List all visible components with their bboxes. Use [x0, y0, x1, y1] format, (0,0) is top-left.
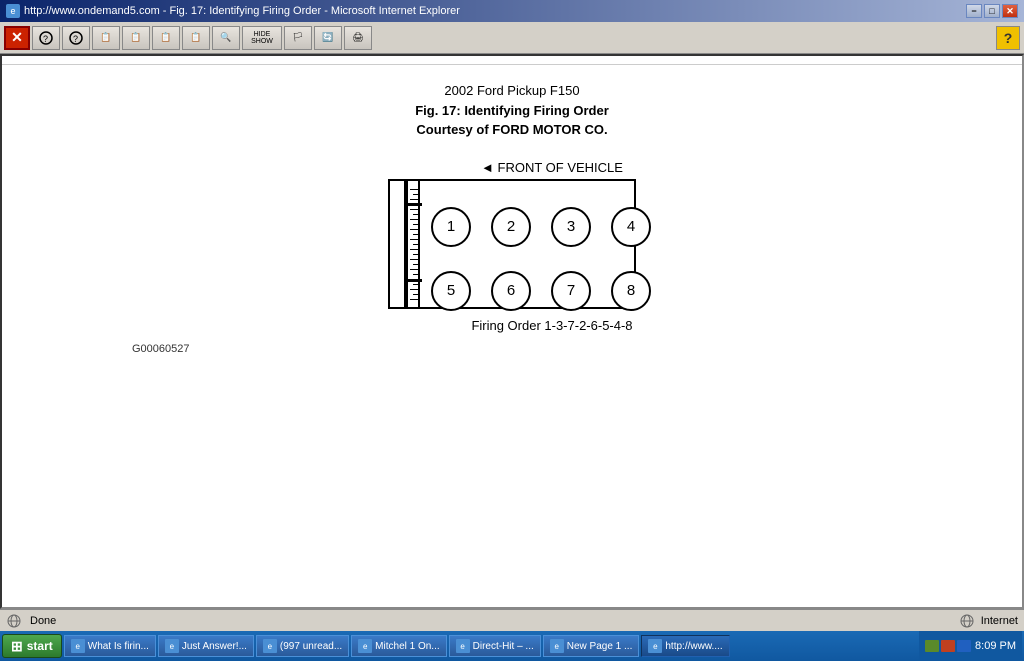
- taskbar-icon-7: e: [648, 639, 662, 653]
- taskbar-icon-4: e: [358, 639, 372, 653]
- systray-icon-1: [925, 640, 939, 652]
- toolbar-btn-2[interactable]: ?: [62, 26, 90, 50]
- cylinder-8: 8: [611, 271, 651, 311]
- taskbar-label-5: Direct-Hit – ...: [473, 641, 534, 652]
- hide-show-button[interactable]: HIDESHOW: [242, 26, 282, 50]
- taskbar-item-1[interactable]: e What Is firin...: [64, 635, 156, 657]
- firing-order-label: Firing Order 1-3-7-2-6-5-4-8: [471, 318, 632, 333]
- close-button[interactable]: ✕: [1002, 4, 1018, 18]
- toolbar: ✕ ? ? 📋 📋 📋 📋 🔍 HIDESHOW 🏳 🔄 🖨 ?: [0, 22, 1024, 54]
- toolbar-btn-3[interactable]: 📋: [92, 26, 120, 50]
- page-title-1: 2002 Ford Pickup F150: [2, 81, 1022, 101]
- cylinder-7: 7: [551, 271, 591, 311]
- toolbar-btn-8[interactable]: 🏳: [284, 26, 312, 50]
- clock: 8:09 PM: [975, 640, 1016, 652]
- taskbar-label-3: (997 unread...: [280, 641, 342, 652]
- diagram-container: ◄ FRONT OF VEHICLE: [2, 160, 1022, 357]
- toolbar-btn-6[interactable]: 📋: [182, 26, 210, 50]
- toolbar-btn-5[interactable]: 📋: [152, 26, 180, 50]
- cylinder-5: 5: [431, 271, 471, 311]
- taskbar-label-1: What Is firin...: [88, 641, 149, 652]
- cylinder-6: 6: [491, 271, 531, 311]
- print-button[interactable]: 🖨: [344, 26, 372, 50]
- stop-button[interactable]: ✕: [4, 26, 30, 50]
- taskbar-icon-5: e: [456, 639, 470, 653]
- window-title: http://www.ondemand5.com - Fig. 17: Iden…: [24, 5, 460, 17]
- taskbar: ⊞ start e What Is firin... e Just Answer…: [0, 631, 1024, 661]
- taskbar-icon-6: e: [550, 639, 564, 653]
- taskbar-label-7: http://www....: [665, 641, 722, 652]
- cylinder-2: 2: [491, 207, 531, 247]
- systray-icon-2: [941, 640, 955, 652]
- taskbar-icon-2: e: [165, 639, 179, 653]
- toolbar-btn-9[interactable]: 🔄: [314, 26, 342, 50]
- title-bar: e http://www.ondemand5.com - Fig. 17: Id…: [0, 0, 1024, 22]
- svg-text:?: ?: [43, 34, 48, 44]
- window-controls: − □ ✕: [966, 4, 1018, 18]
- page-header: 2002 Ford Pickup F150 Fig. 17: Identifyi…: [2, 65, 1022, 140]
- globe-icon: [6, 613, 22, 629]
- toolbar-btn-1[interactable]: ?: [32, 26, 60, 50]
- front-of-vehicle-label: ◄ FRONT OF VEHICLE: [481, 160, 623, 175]
- taskbar-label-6: New Page 1 ...: [567, 641, 633, 652]
- zone-text: Internet: [981, 615, 1018, 627]
- taskbar-item-5[interactable]: e Direct-Hit – ...: [449, 635, 541, 657]
- taskbar-icon-1: e: [71, 639, 85, 653]
- svg-text:?: ?: [73, 34, 78, 44]
- toolbar-btn-4[interactable]: 📋: [122, 26, 150, 50]
- system-tray: 8:09 PM: [919, 631, 1022, 661]
- maximize-button[interactable]: □: [984, 4, 1000, 18]
- engine-diagram: 1 2 3 4 5 6 7 8: [388, 179, 636, 309]
- status-bar: Done Internet: [0, 609, 1024, 631]
- taskbar-item-4[interactable]: e Mitchel 1 On...: [351, 635, 446, 657]
- toolbar-btn-7[interactable]: 🔍: [212, 26, 240, 50]
- app-icon: e: [6, 4, 20, 18]
- minimize-button[interactable]: −: [966, 4, 982, 18]
- taskbar-item-3[interactable]: e (997 unread...: [256, 635, 349, 657]
- cylinder-4: 4: [611, 207, 651, 247]
- taskbar-item-7[interactable]: e http://www....: [641, 635, 729, 657]
- taskbar-label-4: Mitchel 1 On...: [375, 641, 439, 652]
- start-button[interactable]: ⊞ start: [2, 634, 62, 658]
- systray-icon-3: [957, 640, 971, 652]
- taskbar-item-6[interactable]: e New Page 1 ...: [543, 635, 640, 657]
- internet-globe-icon: [959, 613, 975, 629]
- page-title-2: Fig. 17: Identifying Firing Order: [2, 101, 1022, 121]
- cylinder-1: 1: [431, 207, 471, 247]
- browser-content: 2002 Ford Pickup F150 Fig. 17: Identifyi…: [0, 54, 1024, 609]
- status-text: Done: [30, 615, 56, 627]
- taskbar-label-2: Just Answer!...: [182, 641, 247, 652]
- engine-block: 1 2 3 4 5 6 7 8: [406, 179, 636, 309]
- taskbar-item-2[interactable]: e Just Answer!...: [158, 635, 254, 657]
- cylinder-3: 3: [551, 207, 591, 247]
- diagram-code: G00060527: [132, 343, 190, 355]
- taskbar-icon-3: e: [263, 639, 277, 653]
- page-title-3: Courtesy of FORD MOTOR CO.: [2, 120, 1022, 140]
- help-button[interactable]: ?: [996, 26, 1020, 50]
